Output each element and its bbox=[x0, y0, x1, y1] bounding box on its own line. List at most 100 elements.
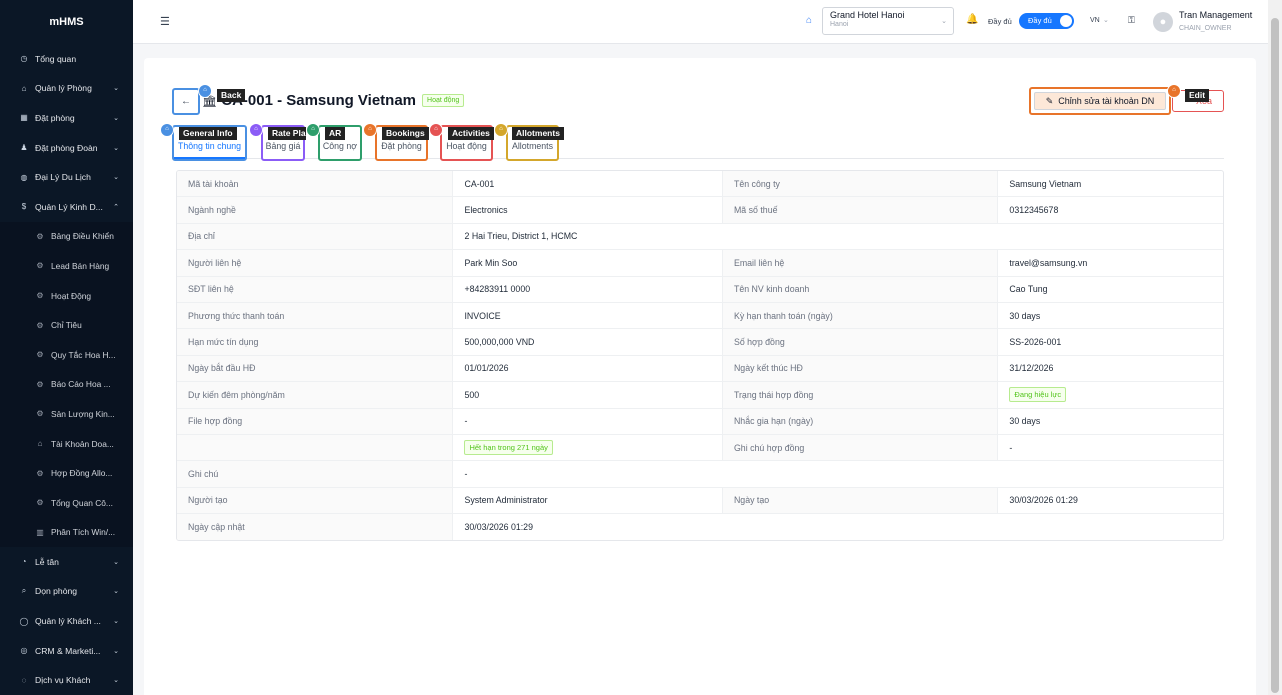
sidebar-item-overview[interactable]: ◷ Tổng quan bbox=[0, 44, 133, 74]
sidebar-item-travel-agents[interactable]: ◍ Đại Lý Du Lịch ⌄ bbox=[0, 162, 133, 192]
field-label bbox=[177, 434, 454, 461]
service-icon: ◌ bbox=[21, 675, 27, 685]
sidebar-item-bookings[interactable]: ▦ Đặt phòng ⌄ bbox=[0, 103, 133, 133]
field-value: 31/12/2026 bbox=[1009, 363, 1054, 374]
sidebar-subitem-label: Phân Tích Win/... bbox=[51, 527, 116, 538]
scrollbar-thumb[interactable] bbox=[1271, 18, 1279, 693]
field-label: File hợp đồng bbox=[177, 408, 454, 434]
sidebar-subitem-label: Chỉ Tiêu bbox=[51, 320, 82, 331]
notification-bell-icon[interactable]: 🔔 bbox=[966, 14, 978, 25]
page-scrollbar[interactable] bbox=[1268, 0, 1282, 695]
sidebar-item-front-desk[interactable]: ◔ Lễ tân ⌄ bbox=[0, 547, 133, 577]
sidebar-subitem-dashboard[interactable]: ⚙ Bảng Điều Khiển bbox=[0, 221, 133, 252]
gear-icon: ⚙ bbox=[36, 409, 44, 419]
table-row: Hạn mức tín dụng 500,000,000 VND Số hợp … bbox=[177, 329, 1223, 356]
field-label: Nhắc gia hạn (ngày) bbox=[722, 408, 999, 434]
table-row: Mã tài khoản CA-001 Tên công ty Samsung … bbox=[177, 171, 1223, 198]
field-label: Người tạo bbox=[177, 487, 454, 514]
sidebar-item-label: CRM & Marketi... bbox=[35, 645, 101, 656]
field-label: Ghi chú hợp đồng bbox=[722, 434, 999, 461]
field-value: Park Min Soo bbox=[453, 250, 723, 276]
table-row: SĐT liên hệ +84283911 0000 Tên NV kinh d… bbox=[177, 276, 1223, 303]
chevron-down-icon: ⌄ bbox=[1103, 17, 1109, 24]
view-mode-toggle[interactable]: Đầy đủ bbox=[1019, 13, 1074, 29]
sidebar-item-label: Quản lý Phòng bbox=[35, 83, 92, 94]
hotel-name: Grand Hotel Hanoi bbox=[830, 10, 905, 20]
hotel-select[interactable]: Grand Hotel Hanoi Hanoi ⌄ bbox=[822, 7, 954, 35]
sidebar-subitem-win-loss[interactable]: ▥ Phân Tích Win/... bbox=[0, 517, 133, 548]
user-role: CHAIN_OWNER bbox=[1179, 25, 1232, 32]
field-label: Ghi chú bbox=[177, 461, 454, 487]
marker-general-info: ⌂ bbox=[160, 123, 174, 137]
building-icon: ⌂ bbox=[37, 439, 43, 449]
field-label: Kỳ hạn thanh toán (ngày) bbox=[722, 302, 999, 329]
sidebar-item-business[interactable]: $ Quản Lý Kinh D... ⌃ bbox=[0, 192, 133, 222]
sidebar-subitem-allotment-contracts[interactable]: ⚙ Hợp Đồng Allo... bbox=[0, 458, 133, 488]
back-button[interactable]: ← bbox=[172, 88, 200, 115]
sidebar-item-rooms[interactable]: ⌂ Quản lý Phòng ⌄ bbox=[0, 74, 133, 104]
globe-icon: ◍ bbox=[20, 172, 28, 182]
sidebar-subitem-corporate-accounts[interactable]: ⌂ Tài Khoản Doa... bbox=[0, 428, 133, 459]
key-icon[interactable]: ⚿ bbox=[1128, 15, 1135, 26]
field-label: Số hợp đồng bbox=[722, 329, 999, 355]
field-value: 30/03/2026 01:29 bbox=[1009, 495, 1078, 506]
table-row: Hết hạn trong 271 ngày Ghi chú hợp đồng … bbox=[177, 434, 1223, 462]
marker-back: ⌂ bbox=[198, 84, 212, 98]
sidebar-subitem-commission-rules[interactable]: ⚙ Quy Tắc Hoa H... bbox=[0, 339, 133, 370]
field-value: INVOICE bbox=[453, 302, 723, 329]
language-select[interactable]: VN bbox=[1090, 17, 1100, 24]
table-row: Địa chỉ 2 Hai Trieu, District 1, HCMC bbox=[177, 223, 1223, 251]
sidebar-item-guest-services[interactable]: ◌ Dịch vụ Khách ⌄ bbox=[0, 665, 133, 695]
table-row: Người tạo System Administrator Ngày tạo … bbox=[177, 487, 1223, 515]
gear-icon: ⚙ bbox=[36, 320, 44, 330]
table-row: File hợp đồng - Nhắc gia hạn (ngày) 30 d… bbox=[177, 408, 1223, 435]
sidebar-subitem-company-overview[interactable]: ⚙ Tổng Quan Cô... bbox=[0, 487, 133, 518]
sidebar-item-label: Đặt phòng Đoàn bbox=[35, 142, 98, 153]
sidebar-item-group-bookings[interactable]: ♟ Đặt phòng Đoàn ⌄ bbox=[0, 133, 133, 163]
home-icon: ⌂ bbox=[21, 83, 27, 93]
user-name: Tran Management bbox=[1179, 10, 1253, 20]
sidebar-item-guests[interactable]: ◯ Quản lý Khách ... ⌄ bbox=[0, 606, 133, 636]
gear-icon: ⚙ bbox=[36, 379, 44, 389]
menu-toggle-icon[interactable]: ☰ bbox=[160, 15, 170, 28]
table-row: Người liên hệ Park Min Soo Email liên hệ… bbox=[177, 250, 1223, 277]
chevron-down-icon: ⌄ bbox=[113, 588, 119, 596]
edit-account-button[interactable]: ✎ Chỉnh sửa tài khoản DN bbox=[1029, 87, 1171, 115]
field-value: Hết hạn trong 271 ngày bbox=[453, 434, 723, 461]
broom-icon: ⌕ bbox=[21, 586, 27, 596]
gear-icon: ⚙ bbox=[36, 291, 44, 301]
sidebar-subitem-activities[interactable]: ⚙ Hoạt Động bbox=[0, 280, 133, 311]
table-row: Dự kiến đêm phòng/năm 500 Trạng thái hợp… bbox=[177, 382, 1223, 409]
sidebar-subitem-commission-report[interactable]: ⚙ Báo Cáo Hoa ... bbox=[0, 369, 133, 400]
field-value: Đang hiệu lực bbox=[998, 382, 1223, 407]
field-label: SĐT liên hệ bbox=[177, 276, 454, 302]
marker-rate-plan: ⌂ bbox=[249, 123, 263, 137]
sidebar-subitem-production[interactable]: ⚙ Sản Lượng Kin... bbox=[0, 399, 133, 429]
chevron-down-icon: ⌄ bbox=[113, 85, 119, 93]
marker-allotments: ⌂ bbox=[494, 123, 508, 137]
table-row: Phương thức thanh toán INVOICE Kỳ hạn th… bbox=[177, 302, 1223, 330]
field-label: Tên công ty bbox=[722, 171, 999, 197]
sidebar-item-crm[interactable]: ◎ CRM & Marketi... ⌄ bbox=[0, 636, 133, 666]
user-icon: ◯ bbox=[19, 616, 29, 626]
chevron-down-icon: ⌄ bbox=[113, 174, 119, 182]
sidebar-subitem-label: Sản Lượng Kin... bbox=[51, 408, 115, 419]
marker-bookings: ⌂ bbox=[363, 123, 377, 137]
avatar[interactable]: ● bbox=[1153, 12, 1173, 32]
sidebar-item-label: Dịch vụ Khách bbox=[35, 675, 91, 686]
field-label: Ngành nghề bbox=[177, 197, 454, 223]
sidebar-item-label: Lễ tân bbox=[35, 556, 59, 567]
sidebar-item-housekeeping[interactable]: ⌕ Dọn phòng ⌄ bbox=[0, 577, 133, 607]
bell-icon: ◔ bbox=[21, 557, 27, 567]
field-label: Địa chỉ bbox=[177, 223, 454, 250]
field-label: Email liên hệ bbox=[722, 250, 999, 276]
field-label: Hạn mức tín dụng bbox=[177, 329, 454, 355]
gear-icon: ⚙ bbox=[36, 261, 44, 271]
calendar-icon: ▦ bbox=[20, 113, 28, 123]
table-row: Ghi chú - bbox=[177, 461, 1223, 488]
sidebar-subitem-targets[interactable]: ⚙ Chỉ Tiêu bbox=[0, 310, 133, 340]
sidebar-subitem-leads[interactable]: ⚙ Lead Bán Hàng bbox=[0, 251, 133, 281]
dashboard-icon: ◷ bbox=[20, 54, 28, 64]
sidebar-subitem-label: Bảng Điều Khiển bbox=[51, 231, 114, 242]
status-badge: Hoạt động bbox=[422, 94, 465, 107]
